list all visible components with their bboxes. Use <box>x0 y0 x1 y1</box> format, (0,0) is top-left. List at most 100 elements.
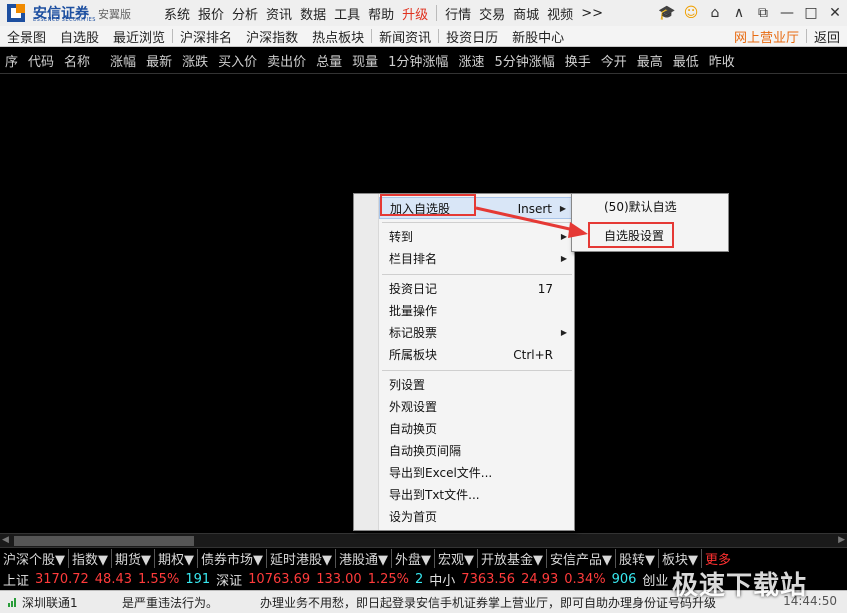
toolbar-calendar[interactable]: 投资日历 <box>439 27 505 46</box>
toolbar-indices[interactable]: 沪深指数 <box>239 27 305 46</box>
tab-bond-market[interactable]: 债券市场▼ <box>198 548 267 568</box>
col-latest[interactable]: 最新 <box>141 51 177 70</box>
ticker-sz-change: 133.00 <box>316 571 362 587</box>
tab-hk-connect[interactable]: 港股通▼ <box>336 548 392 568</box>
scrollbar-thumb[interactable] <box>14 536 194 546</box>
ticker-zx-label[interactable]: 中小 <box>426 570 458 589</box>
ticker-sz-volume: 2 <box>415 571 424 587</box>
col-volume[interactable]: 总量 <box>311 51 347 70</box>
menu-mall[interactable]: 商城 <box>509 4 543 23</box>
horizontal-scrollbar[interactable]: ◀ ▶ <box>0 533 847 548</box>
tab-foreign-market[interactable]: 外盘▼ <box>392 548 435 568</box>
scroll-right-icon[interactable]: ▶ <box>838 535 845 545</box>
annotation-arrow-icon <box>475 206 588 238</box>
toolbar-recent[interactable]: 最近浏览 <box>106 27 172 46</box>
maximize-icon[interactable]: □ <box>799 5 823 21</box>
menu-divider <box>436 5 438 21</box>
connection-label[interactable]: 深圳联通1 <box>22 594 122 611</box>
col-index[interactable]: 序 <box>0 51 23 70</box>
title-bar: 安信证券 ESSENCE SECURITIES 安翼版 系统 报价 分析 资讯 … <box>0 0 847 27</box>
ticker-sh-volume: 191 <box>185 571 211 587</box>
toolbar-ranking[interactable]: 沪深排名 <box>173 27 239 46</box>
menu-help[interactable]: 帮助 <box>364 4 398 23</box>
toolbar-panorama[interactable]: 全景图 <box>0 27 53 46</box>
menu-item-column-settings[interactable]: 列设置 <box>379 374 573 396</box>
toolbar-online-hall[interactable]: 网上营业厅 <box>727 27 806 46</box>
toolbar-news[interactable]: 新闻资讯 <box>372 27 438 46</box>
col-current-volume[interactable]: 现量 <box>347 51 383 70</box>
toolbar-favorites[interactable]: 自选股 <box>53 27 106 46</box>
menu-analysis[interactable]: 分析 <box>228 4 262 23</box>
tab-futures[interactable]: 期货▼ <box>112 548 155 568</box>
toolbar-hot-sectors[interactable]: 热点板块 <box>305 27 371 46</box>
col-low[interactable]: 最低 <box>668 51 704 70</box>
col-code[interactable]: 代码 <box>23 51 59 70</box>
brand-logo-icon <box>7 4 25 22</box>
menu-upgrade[interactable]: 升级 <box>398 4 432 23</box>
restore-icon[interactable]: ⧉ <box>751 5 775 21</box>
menu-item-set-home[interactable]: 设为首页 <box>379 506 573 528</box>
menu-tools[interactable]: 工具 <box>330 4 364 23</box>
tab-indices[interactable]: 指数▼ <box>69 548 112 568</box>
col-5min-change[interactable]: 5分钟涨幅 <box>489 51 559 70</box>
menu-item-export-txt[interactable]: 导出到Txt文件... <box>379 484 573 506</box>
menu-market[interactable]: 行情 <box>441 4 475 23</box>
col-bid[interactable]: 买入价 <box>213 51 262 70</box>
col-name[interactable]: 名称 <box>59 51 95 70</box>
menu-item-journal[interactable]: 投资日记 17 <box>379 278 573 300</box>
menu-video[interactable]: 视频 <box>543 4 577 23</box>
tab-neeq[interactable]: 股转▼ <box>616 548 659 568</box>
tab-open-funds[interactable]: 开放基金▼ <box>478 548 547 568</box>
col-open[interactable]: 今开 <box>596 51 632 70</box>
menu-item-sort-column[interactable]: 栏目排名 ▶ <box>379 248 573 270</box>
menu-item-label: 自动换页 <box>389 422 438 436</box>
tab-delayed-hk[interactable]: 延时港股▼ <box>267 548 336 568</box>
menu-item-auto-page[interactable]: 自动换页 <box>379 418 573 440</box>
menu-item-label: 设为首页 <box>389 510 438 524</box>
menu-system[interactable]: 系统 <box>160 4 194 23</box>
menu-item-label: 投资日记 <box>389 282 438 296</box>
ticker-sz-label[interactable]: 深证 <box>213 570 245 589</box>
tab-macro[interactable]: 宏观▼ <box>435 548 478 568</box>
toolbar-back-button[interactable]: 返回 <box>807 27 847 46</box>
menu-item-label: 自动换页间隔 <box>389 444 462 458</box>
tab-shsz-stocks[interactable]: 沪深个股▼ <box>0 548 69 568</box>
col-prev-close[interactable]: 昨收 <box>704 51 740 70</box>
ticker-sh-label[interactable]: 上证 <box>0 570 32 589</box>
ticker-cy-label[interactable]: 创业 <box>639 570 671 589</box>
toolbar-ipo-center[interactable]: 新股中心 <box>505 27 571 46</box>
col-change[interactable]: 涨跌 <box>177 51 213 70</box>
graduation-cap-icon[interactable]: 🎓 <box>655 5 679 21</box>
menu-quote[interactable]: 报价 <box>194 4 228 23</box>
menu-item-mark-stock[interactable]: 标记股票 ▶ <box>379 322 573 344</box>
col-ask[interactable]: 卖出价 <box>262 51 311 70</box>
ticker-sz-value: 10763.69 <box>248 571 311 587</box>
col-change-pct[interactable]: 涨幅 <box>105 51 141 70</box>
ticker-zx-volume: 906 <box>611 571 637 587</box>
tab-essence-products[interactable]: 安信产品▼ <box>547 548 616 568</box>
menu-item-sector[interactable]: 所属板块 Ctrl+R <box>379 344 573 366</box>
menu-item-label: 转到 <box>389 230 414 244</box>
close-icon[interactable]: ✕ <box>823 5 847 21</box>
menu-info[interactable]: 资讯 <box>262 4 296 23</box>
menu-item-label: 导出到Txt文件... <box>389 488 480 502</box>
shirt-icon[interactable]: ⌂ <box>703 5 727 21</box>
collapse-icon[interactable]: ∧ <box>727 5 751 21</box>
minimize-icon[interactable]: — <box>775 5 799 21</box>
col-speed[interactable]: 涨速 <box>453 51 489 70</box>
menu-item-export-excel[interactable]: 导出到Excel文件... <box>379 462 573 484</box>
menu-item-appearance[interactable]: 外观设置 <box>379 396 573 418</box>
scroll-left-icon[interactable]: ◀ <box>2 535 9 545</box>
menu-item-batch[interactable]: 批量操作 <box>379 300 573 322</box>
smiley-icon[interactable]: ☺ <box>679 5 703 21</box>
menu-item-auto-page-interval[interactable]: 自动换页间隔 <box>379 440 573 462</box>
menu-more[interactable]: >> <box>577 6 607 21</box>
menu-data[interactable]: 数据 <box>296 4 330 23</box>
menu-trade[interactable]: 交易 <box>475 4 509 23</box>
tab-options[interactable]: 期权▼ <box>155 548 198 568</box>
col-high[interactable]: 最高 <box>632 51 668 70</box>
quick-toolbar: 全景图 自选股 最近浏览 沪深排名 沪深指数 热点板块 新闻资讯 投资日历 新股… <box>0 26 847 47</box>
menu-item-label: 外观设置 <box>389 400 438 414</box>
col-turnover[interactable]: 换手 <box>560 51 596 70</box>
col-1min-change[interactable]: 1分钟涨幅 <box>383 51 453 70</box>
